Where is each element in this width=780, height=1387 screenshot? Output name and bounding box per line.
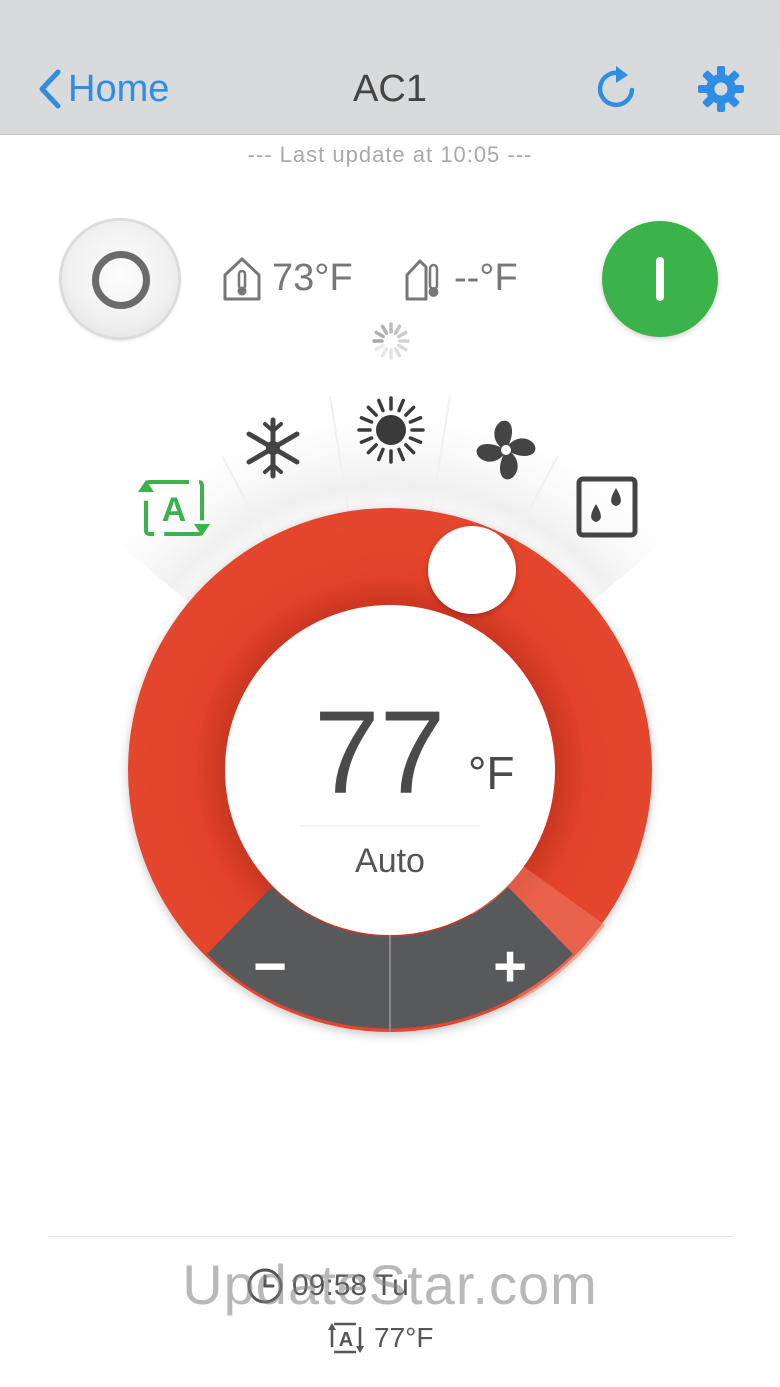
page-title: AC1 [353,68,427,110]
watermark-text: UpdateStar.com [182,1253,598,1316]
mode-fan-icon[interactable] [472,416,540,484]
plus-icon: + [493,934,527,999]
setpoint-value: 77 [314,687,446,819]
loading-spinner-icon [372,322,410,360]
power-on-bar-icon [656,257,664,301]
setpoint-display: 77 °F [290,688,530,818]
svg-text:A: A [339,1329,353,1351]
power-on-button[interactable] [602,221,718,337]
schedule-auto-mode-icon: A [328,1322,364,1354]
last-update-text: --- Last update at 10:05 --- [247,142,533,167]
navigation-bar: Home AC1 [0,46,780,135]
outdoor-temp-value: --°F [454,256,518,299]
mode-dry-droplets-icon[interactable] [576,476,638,538]
schedule-temp-value: 77°F [374,1322,434,1353]
decrease-temperature-button[interactable]: − [208,893,388,1031]
minus-icon: − [253,934,287,999]
schedule-temperature: A 77°F [326,1318,433,1358]
svg-text:A: A [162,491,187,529]
power-off-button[interactable] [62,221,178,337]
mode-cool-snowflake-icon[interactable] [241,416,305,480]
status-bar [0,0,780,46]
refresh-icon[interactable] [592,64,640,112]
power-off-ring-icon [92,251,150,309]
mode-auto-icon[interactable]: A [134,474,214,542]
indoor-temp-readout: 73°F [222,252,353,304]
outdoor-temp-readout: --°F [404,252,518,304]
gear-icon[interactable] [696,64,746,114]
outdoor-thermometer-icon [405,259,439,301]
mode-heat-sun-icon[interactable] [357,396,425,464]
increase-temperature-button[interactable]: + [392,893,572,1031]
temperature-dial-knob[interactable] [428,526,516,614]
indoor-temp-value: 73°F [272,256,353,299]
current-mode-label: Auto [355,842,425,880]
footer-divider [48,1236,732,1237]
indoor-thermometer-icon [223,257,261,301]
setpoint-unit: °F [468,747,515,799]
